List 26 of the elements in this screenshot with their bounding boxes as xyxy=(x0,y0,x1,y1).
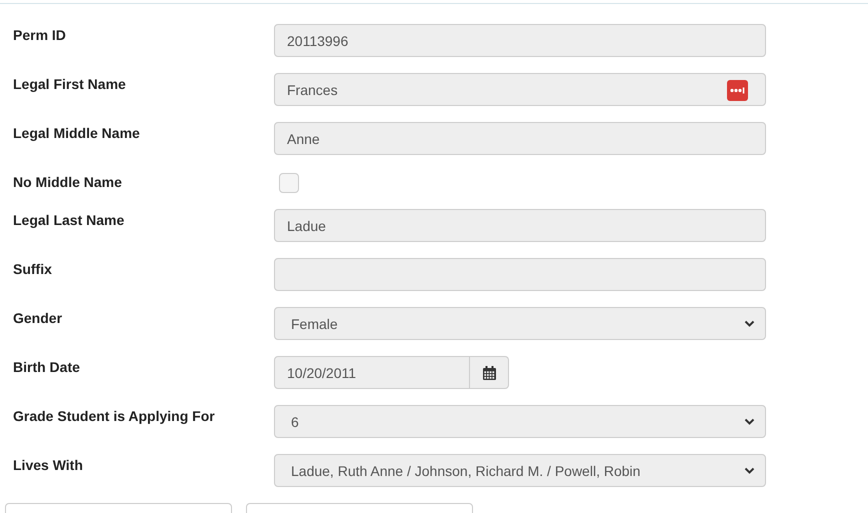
field-label: Legal Middle Name xyxy=(12,124,141,143)
field-label: Legal Last Name xyxy=(12,211,126,230)
checkbox[interactable] xyxy=(279,173,299,193)
field-label: Grade Student is Applying For xyxy=(12,407,216,426)
dropdown[interactable]: Female xyxy=(274,307,766,340)
field-label: Gender xyxy=(12,309,64,328)
chevron-down-icon xyxy=(744,418,755,426)
input-field[interactable]: Anne xyxy=(274,122,766,155)
dropdown[interactable]: 6 xyxy=(274,405,766,438)
input-field[interactable] xyxy=(274,258,766,291)
dropdown[interactable]: Ladue, Ruth Anne / Johnson, Richard M. / Powell, Robin xyxy=(274,454,766,487)
chevron-down-icon xyxy=(744,320,755,328)
input-field[interactable]: Ladue xyxy=(274,209,766,242)
field-label: Perm ID xyxy=(12,26,67,45)
input-field[interactable]: 20113996 xyxy=(274,24,766,57)
password-manager-icon[interactable] xyxy=(727,80,748,101)
calendar-button[interactable] xyxy=(470,356,509,389)
input-field[interactable]: Frances xyxy=(274,73,766,106)
date-field[interactable]: 10/20/2011 xyxy=(274,356,470,389)
field-label: Legal First Name xyxy=(12,75,127,94)
chevron-down-icon xyxy=(744,466,755,474)
field-label: Suffix xyxy=(12,260,53,279)
field-label: Lives With xyxy=(12,456,84,475)
calendar-icon xyxy=(482,366,496,380)
field-label: Birth Date xyxy=(12,358,81,377)
field-label: No Middle Name xyxy=(12,173,123,192)
